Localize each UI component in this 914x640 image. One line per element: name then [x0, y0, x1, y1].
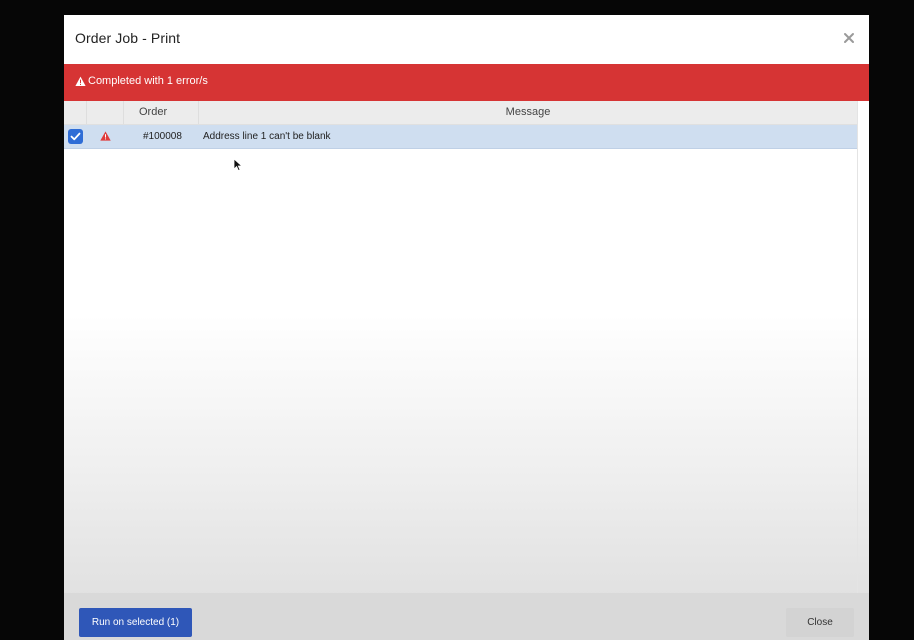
- alert-message: Completed with 1 error/s: [88, 75, 208, 87]
- close-button[interactable]: Close: [786, 608, 854, 637]
- order-job-print-dialog: Order Job - Print Completed with 1 error…: [64, 15, 869, 640]
- column-header-status[interactable]: [87, 101, 124, 124]
- row-checkbox[interactable]: [68, 129, 83, 144]
- column-header-select[interactable]: [64, 101, 87, 124]
- column-header-order[interactable]: Order: [124, 101, 199, 124]
- run-on-selected-button[interactable]: Run on selected (1): [79, 608, 192, 637]
- error-alert-bar: Completed with 1 error/s: [64, 64, 869, 101]
- close-icon[interactable]: [843, 32, 855, 44]
- table-row[interactable]: #100008 Address line 1 can't be blank: [64, 125, 857, 149]
- dialog-title: Order Job - Print: [75, 30, 181, 46]
- warning-icon: [75, 76, 86, 87]
- dialog-header: Order Job - Print: [64, 15, 869, 65]
- order-number: #100008: [143, 131, 182, 142]
- warning-icon: [100, 131, 111, 141]
- error-message: Address line 1 can't be blank: [203, 131, 331, 142]
- column-header-message[interactable]: Message: [199, 101, 857, 124]
- results-table: Order Message #100008 Address line 1 can…: [64, 101, 858, 593]
- dialog-footer: Run on selected (1) Close: [64, 593, 869, 640]
- table-header: Order Message: [64, 101, 857, 125]
- mouse-cursor-icon: [233, 158, 243, 172]
